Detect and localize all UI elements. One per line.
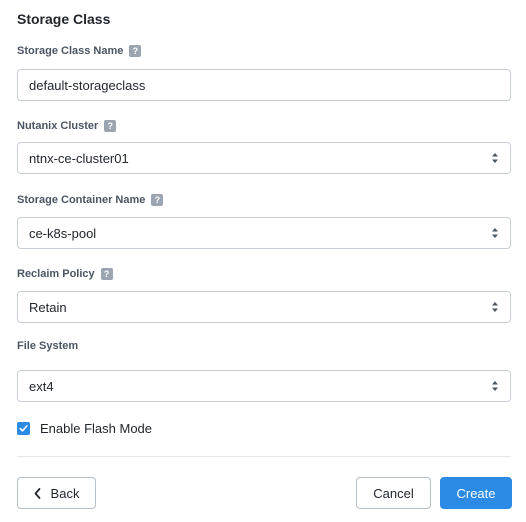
storage-container-name-value: ce-k8s-pool bbox=[29, 225, 97, 241]
file-system-select[interactable]: ext4 bbox=[17, 370, 511, 402]
footer-divider bbox=[17, 456, 511, 457]
storage-container-name-label: Storage Container Name ? bbox=[17, 194, 164, 206]
select-arrows-icon bbox=[492, 153, 498, 163]
storage-class-name-label-text: Storage Class Name bbox=[17, 45, 124, 57]
chevron-left-icon bbox=[34, 487, 40, 499]
storage-class-name-value: default-storageclass bbox=[29, 77, 146, 93]
help-icon[interactable]: ? bbox=[151, 194, 164, 206]
check-icon bbox=[19, 425, 28, 432]
help-icon[interactable]: ? bbox=[100, 268, 113, 280]
reclaim-policy-value: Retain bbox=[29, 299, 67, 315]
nutanix-cluster-select[interactable]: ntnx-ce-cluster01 bbox=[17, 142, 511, 174]
select-arrows-icon bbox=[492, 302, 498, 312]
storage-container-name-select[interactable]: ce-k8s-pool bbox=[17, 217, 511, 249]
file-system-value: ext4 bbox=[29, 378, 54, 394]
select-arrows-icon bbox=[492, 228, 498, 238]
nutanix-cluster-label-text: Nutanix Cluster bbox=[17, 120, 99, 132]
enable-flash-mode-checkbox[interactable] bbox=[17, 422, 30, 435]
reclaim-policy-label: Reclaim Policy ? bbox=[17, 268, 113, 280]
file-system-label: File System bbox=[17, 340, 78, 352]
cancel-button-label: Cancel bbox=[373, 485, 414, 501]
create-button[interactable]: Create bbox=[440, 477, 512, 509]
reclaim-policy-select[interactable]: Retain bbox=[17, 291, 511, 323]
nutanix-cluster-label: Nutanix Cluster ? bbox=[17, 120, 117, 132]
cancel-button[interactable]: Cancel bbox=[356, 477, 431, 509]
back-button-label: Back bbox=[50, 485, 80, 501]
nutanix-cluster-value: ntnx-ce-cluster01 bbox=[29, 150, 129, 166]
back-button[interactable]: Back bbox=[17, 477, 96, 509]
enable-flash-mode-label: Enable Flash Mode bbox=[40, 421, 153, 436]
storage-container-name-label-text: Storage Container Name bbox=[17, 194, 146, 206]
file-system-label-text: File System bbox=[17, 340, 79, 352]
select-arrows-icon bbox=[492, 381, 498, 391]
create-button-label: Create bbox=[456, 485, 496, 501]
storage-class-name-label: Storage Class Name ? bbox=[17, 45, 142, 57]
section-title: Storage Class bbox=[17, 11, 111, 27]
help-icon[interactable]: ? bbox=[104, 120, 117, 132]
storage-class-form: Storage Class Storage Class Name ? defau… bbox=[0, 0, 526, 522]
storage-class-name-input[interactable]: default-storageclass bbox=[17, 69, 511, 101]
help-icon[interactable]: ? bbox=[129, 45, 142, 57]
enable-flash-mode-option[interactable]: Enable Flash Mode bbox=[17, 421, 152, 436]
reclaim-policy-label-text: Reclaim Policy bbox=[17, 268, 95, 280]
